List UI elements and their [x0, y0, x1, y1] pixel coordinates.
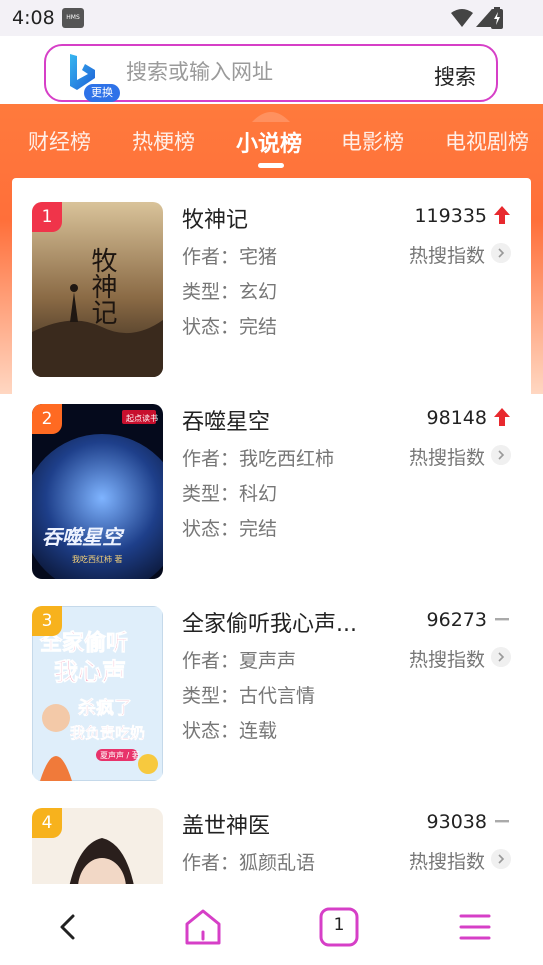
search-box[interactable]: 更换 搜索	[44, 44, 498, 102]
cover-author-text: 我吃西红柿 著	[72, 554, 123, 564]
hot-count: 96273	[426, 609, 487, 631]
novel-genre: 类型：古代言情	[182, 685, 316, 707]
tabs-button[interactable]: 1	[318, 906, 360, 948]
status-time: 4:08	[12, 7, 55, 29]
hot-index-label[interactable]: 热搜指数	[409, 645, 485, 672]
search-button[interactable]: 搜索	[434, 61, 476, 91]
cover-author-text: 夏声声 / 著	[100, 750, 140, 760]
hot-count: 93038	[426, 811, 487, 833]
hms-badge: HMS	[62, 8, 84, 28]
hot-index-label[interactable]: 热搜指数	[409, 443, 485, 470]
novel-status: 状态：完结	[182, 518, 278, 540]
cover-title-text: 吞噬星空	[42, 525, 125, 549]
novel-author: 作者：我吃西红柿	[182, 448, 335, 470]
novel-author: 作者：夏声声	[182, 650, 297, 672]
novel-title[interactable]: 盖世神医	[182, 808, 382, 840]
novel-title[interactable]: 牧神记	[182, 202, 382, 234]
tab-novel[interactable]: 小说榜	[236, 126, 302, 158]
hot-index-label[interactable]: 热搜指数	[409, 241, 485, 268]
chevron-right-icon[interactable]	[491, 849, 511, 869]
menu-icon[interactable]	[454, 906, 496, 948]
tab-finance[interactable]: 财经榜	[28, 126, 91, 156]
novel-title[interactable]: 吞噬星空	[182, 404, 382, 436]
novel-author: 作者：狐颜乱语	[182, 852, 316, 874]
novel-status: 状态：连载	[182, 720, 278, 742]
novel-item[interactable]: 4 盖世神医 作者：狐颜乱语 93038 热搜指数	[12, 784, 531, 888]
cover-publisher-text: 起点读书	[126, 413, 158, 423]
chevron-right-icon[interactable]	[491, 647, 511, 667]
cover-title-text: 我心声	[54, 658, 126, 686]
novel-genre: 类型：科幻	[182, 483, 278, 505]
novel-author: 作者：宅猪	[182, 246, 278, 268]
hot-index-label[interactable]: 热搜指数	[409, 847, 485, 874]
novel-item[interactable]: 起点读书 吞噬星空 我吃西红柿 著 2 吞噬星空 作者：我吃西红柿 类型：科幻 …	[12, 380, 531, 582]
home-icon[interactable]	[182, 906, 224, 948]
novel-item[interactable]: 全家偷听 我心声 杀疯了 我负责吃奶 夏声声 / 著 3 全家偷听我心声... …	[12, 582, 531, 784]
cover-title-text: 杀疯了	[78, 697, 132, 719]
swap-engine-badge[interactable]: 更换	[84, 84, 120, 102]
cover-title-text: 牧神记	[87, 247, 117, 325]
tab-count: 1	[333, 915, 345, 935]
chevron-right-icon[interactable]	[491, 445, 511, 465]
hot-count: 98148	[426, 407, 487, 429]
rank-badge: 2	[32, 404, 62, 434]
status-bar: 4:08 HMS	[0, 0, 543, 36]
trend-up-icon	[494, 206, 510, 224]
novel-title[interactable]: 全家偷听我心声...	[182, 606, 382, 640]
battery-icon	[491, 7, 503, 29]
wifi-icon	[451, 9, 473, 27]
rank-badge: 1	[32, 202, 62, 232]
search-area: 更换 搜索	[0, 36, 543, 104]
trend-up-icon	[494, 408, 510, 426]
trend-flat-icon	[495, 820, 509, 823]
tab-active-indicator	[258, 163, 284, 168]
novel-status: 状态：完结	[182, 316, 278, 338]
rank-badge: 4	[32, 808, 62, 838]
novel-item[interactable]: 牧神记 1 牧神记 作者：宅猪 类型：玄幻 状态：完结 119335 热搜指数	[12, 178, 531, 380]
trend-flat-icon	[495, 618, 509, 621]
chevron-right-icon[interactable]	[491, 243, 511, 263]
tab-tv[interactable]: 电视剧榜	[445, 126, 529, 156]
back-icon[interactable]	[48, 906, 90, 948]
tab-movie[interactable]: 电影榜	[341, 126, 404, 156]
tab-meme[interactable]: 热梗榜	[132, 126, 195, 156]
search-input[interactable]	[126, 60, 406, 84]
hot-count: 119335	[414, 205, 487, 227]
cover-title-text: 我负责吃奶	[70, 724, 145, 742]
bottom-navigation: 1	[0, 884, 543, 965]
rank-badge: 3	[32, 606, 62, 636]
novel-genre: 类型：玄幻	[182, 281, 278, 303]
novel-list: 牧神记 1 牧神记 作者：宅猪 类型：玄幻 状态：完结 119335 热搜指数	[12, 178, 531, 888]
